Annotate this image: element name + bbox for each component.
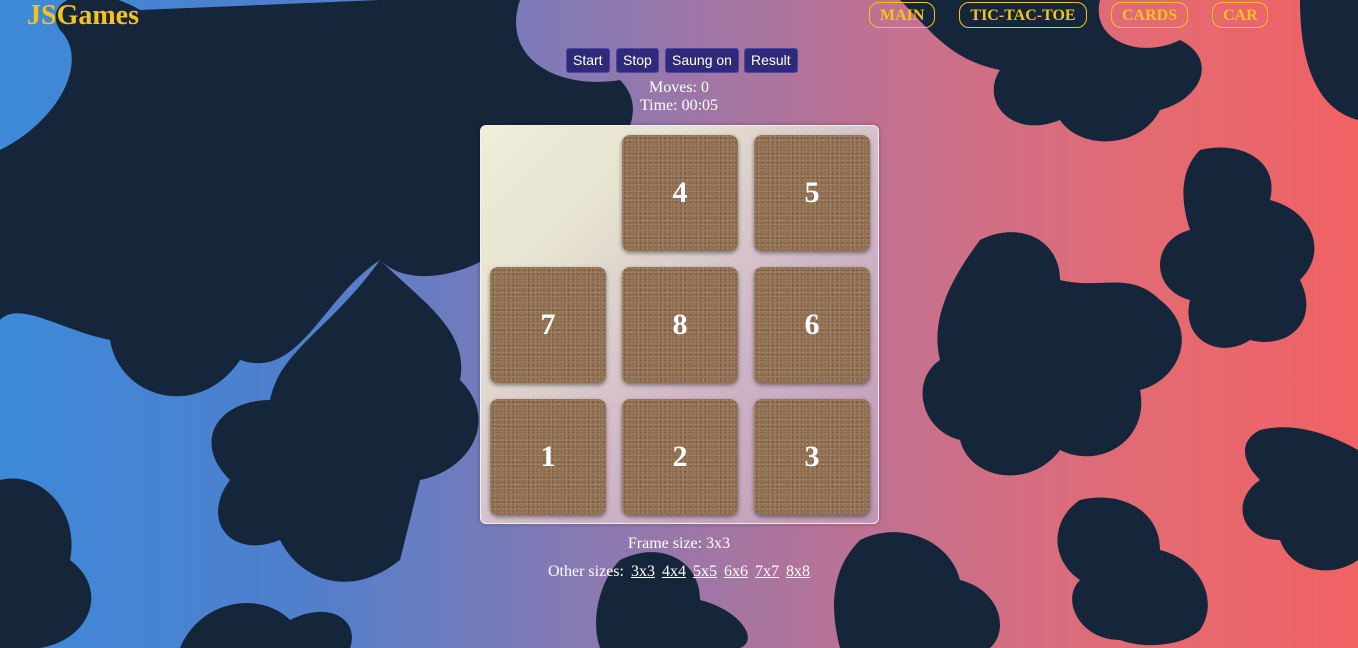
puzzle-tile[interactable]: 8 [622, 267, 738, 383]
size-link-3x3[interactable]: 3x3 [631, 563, 655, 580]
puzzle-tile[interactable]: 6 [754, 267, 870, 383]
stop-button[interactable]: Stop [616, 48, 659, 73]
puzzle-tile[interactable]: 4 [622, 135, 738, 251]
puzzle-tile[interactable]: 1 [490, 399, 606, 515]
puzzle-tile[interactable]: 5 [754, 135, 870, 251]
start-button[interactable]: Start [566, 48, 610, 73]
nav-cards[interactable]: CARDS [1111, 2, 1188, 28]
moves-counter: Moves: 0 [649, 79, 709, 96]
size-link-4x4[interactable]: 4x4 [662, 563, 686, 580]
game-controls: Start Stop Saung on Result [0, 48, 1358, 74]
frame-size-label: Frame size: 3x3 [627, 535, 731, 552]
timer: Time: 00:05 [639, 97, 719, 114]
size-link-8x8[interactable]: 8x8 [786, 563, 810, 580]
puzzle-board: 45 786 123 [480, 125, 879, 524]
other-sizes-label: Other sizes: [548, 563, 624, 580]
nav-tic-tac-toe[interactable]: TIC-TAC-TOE [959, 2, 1087, 28]
site-header: JSGames MAIN TIC-TAC-TOE CARDS CAR [0, 0, 1358, 40]
sound-toggle-button[interactable]: Saung on [665, 48, 739, 73]
result-button[interactable]: Result [744, 48, 798, 73]
site-logo[interactable]: JSGames [27, 0, 139, 32]
puzzle-tile[interactable]: 3 [754, 399, 870, 515]
size-link-6x6[interactable]: 6x6 [724, 563, 748, 580]
nav-car[interactable]: CAR [1212, 2, 1268, 28]
size-link-5x5[interactable]: 5x5 [693, 563, 717, 580]
nav-main[interactable]: MAIN [869, 2, 935, 28]
puzzle-tile[interactable]: 7 [490, 267, 606, 383]
size-link-7x7[interactable]: 7x7 [755, 563, 779, 580]
other-sizes: Other sizes: 3x3 4x4 5x5 6x6 7x7 8x8 [0, 563, 1358, 581]
puzzle-tile[interactable]: 2 [622, 399, 738, 515]
